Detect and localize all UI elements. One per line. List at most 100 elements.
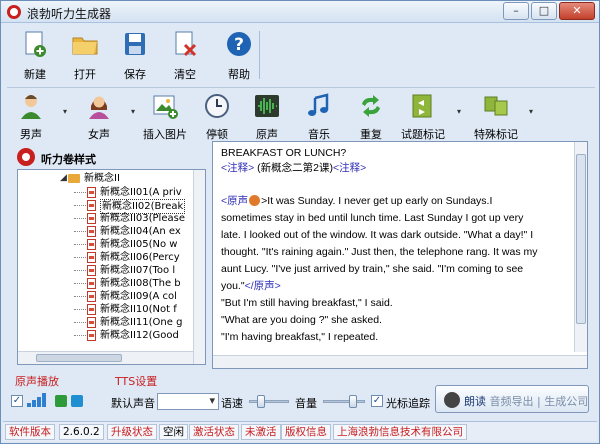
close-button[interactable]: ✕ [559, 2, 595, 20]
tree-item[interactable]: 新概念II12(Good [18, 329, 193, 342]
lesson-file-icon [87, 213, 96, 224]
waveform-icon [255, 95, 279, 117]
play-icon[interactable] [55, 395, 67, 407]
tree-connector [74, 296, 86, 297]
male-voice-button[interactable]: 男声 [11, 92, 51, 141]
maximize-button[interactable]: □ [531, 2, 557, 20]
title-bar: 浪勃听力生成器 – □ ✕ [1, 1, 599, 23]
original-first-text: >It was Sunday. I never get up early on … [261, 195, 493, 207]
tree-item[interactable]: 新概念II07(Too l [18, 264, 193, 277]
tree-connector [74, 257, 86, 258]
cursor-follow-label: 光标追踪 [386, 397, 430, 410]
tree-connector [74, 270, 86, 271]
original-play-checkbox[interactable]: ✓ [11, 395, 23, 407]
rate-slider-track[interactable] [249, 400, 289, 403]
volume-slider-track[interactable] [323, 400, 365, 403]
special-mark-dropdown[interactable]: ▾ [529, 108, 537, 116]
cursor-follow-checkbox[interactable]: ✓ [371, 395, 383, 407]
clear-doc-icon [175, 31, 197, 57]
special-mark-icon [484, 96, 508, 116]
open-button[interactable]: 打开 [61, 29, 109, 81]
stop-icon[interactable] [71, 395, 83, 407]
rate-slider-thumb[interactable] [257, 395, 265, 408]
repeat-label: 重复 [360, 128, 382, 141]
editor-original-line: <原声 >It was Sunday. I never get up early … [221, 194, 492, 209]
version-label: 软件版本 [5, 424, 55, 440]
tree-item-label: 新概念II03(Please [100, 213, 185, 224]
tree-scroll-thumb[interactable] [36, 354, 122, 362]
music-button[interactable]: 音乐 [301, 92, 337, 141]
clear-button[interactable]: 清空 [161, 29, 209, 81]
tree-item[interactable]: 新概念II03(Please [18, 212, 193, 225]
special-mark-button[interactable]: 特殊标记 [471, 92, 521, 141]
tree-item[interactable]: 新概念II10(Not f [18, 303, 193, 316]
tts-settings-label: TTS设置 [115, 375, 158, 388]
female-voice-button[interactable]: 女声 [79, 92, 119, 141]
folder-icon [72, 37, 98, 55]
editor-vertical-scrollbar[interactable] [574, 142, 587, 352]
speaker-icon[interactable] [249, 195, 261, 206]
new-label: 新建 [24, 68, 46, 81]
default-voice-select[interactable] [157, 393, 219, 410]
question-mark-icon [412, 94, 432, 118]
tree-expand-icon[interactable]: ◢ [60, 172, 67, 185]
editor-horizontal-scrollbar[interactable] [213, 355, 587, 368]
original-sound-button[interactable]: 原声 [249, 92, 285, 141]
note-text: (新概念二第2课) [254, 162, 334, 174]
volume-slider-thumb[interactable] [349, 395, 357, 408]
lesson-file-icon [87, 200, 96, 211]
tree-item[interactable]: 新概念II04(An ex [18, 225, 193, 238]
main-toolbar: 新建 打开 保存 清空 ? 帮助 [7, 25, 595, 85]
speaker-icon [444, 392, 460, 408]
original-open-tag: <原声 [221, 195, 249, 207]
tree-item[interactable]: 新概念II06(Percy [18, 251, 193, 264]
tree-item[interactable]: 新概念II01(A priv [18, 186, 193, 199]
script-editor[interactable]: BREAKFAST OR LUNCH? <注释> (新概念二第2课)<注释> <… [212, 141, 588, 369]
tree-horizontal-scrollbar[interactable] [18, 351, 193, 364]
style-panel-title: 听力卷样式 [41, 153, 96, 166]
read-aloud-button[interactable]: 朗读 音频导出 | 生成公司 [435, 385, 589, 413]
tree-connector [74, 322, 86, 323]
question-mark-button[interactable]: 试题标记 [399, 92, 447, 141]
lesson-file-icon [87, 239, 96, 250]
insert-image-button[interactable]: 插入图片 [141, 92, 189, 141]
tree-root[interactable]: ◢ 新概念II [18, 172, 193, 185]
original-close-tag-end: > [274, 280, 281, 292]
new-button[interactable]: 新建 [11, 29, 59, 81]
editor-body-line: sometimes stay in bed until lunch time. … [221, 212, 524, 224]
new-doc-icon [25, 31, 46, 57]
style-panel: 听力卷样式 ◢ 新概念II 新概念II01(A priv 新概念II02(Brea… [13, 145, 206, 367]
male-voice-dropdown[interactable]: ▾ [63, 108, 71, 116]
tree-item[interactable]: 新概念II11(One g [18, 316, 193, 329]
original-play-label: 原声播放 [15, 375, 59, 388]
female-voice-dropdown[interactable]: ▾ [131, 108, 139, 116]
save-button[interactable]: 保存 [111, 29, 159, 81]
repeat-button[interactable]: 重复 [353, 92, 389, 141]
note-close-tag: <注释> [333, 162, 367, 174]
female-voice-icon [89, 96, 109, 119]
question-mark-dropdown[interactable]: ▾ [457, 108, 465, 116]
tree-item-label: 新概念II04(An ex [100, 226, 181, 237]
tree-item[interactable]: 新概念II05(No w [18, 238, 193, 251]
style-tree[interactable]: ◢ 新概念II 新概念II01(A priv 新概念II02(Break 新概念II… [17, 169, 206, 365]
lesson-file-icon [87, 291, 96, 302]
tree-item[interactable]: 新概念II02(Break [18, 199, 193, 214]
editor-note-line: <注释> (新概念二第2课)<注释> [221, 161, 366, 176]
rate-label: 语速 [221, 397, 243, 410]
help-button[interactable]: ? 帮助 [215, 29, 263, 81]
editor-tail-line: "I'm having breakfast," I repeated. [221, 331, 379, 343]
tree-item-label: 新概念II06(Percy [100, 252, 180, 263]
minimize-button[interactable]: – [503, 2, 529, 20]
pause-button[interactable]: 停顿 [199, 92, 235, 141]
clock-icon [205, 94, 229, 118]
help-label: 帮助 [228, 68, 250, 81]
tree-item[interactable]: 新概念II08(The b [18, 277, 193, 290]
tree-connector [74, 231, 86, 232]
style-panel-header: 听力卷样式 [13, 145, 206, 169]
repeat-icon [362, 95, 380, 117]
tree-vertical-scrollbar[interactable] [193, 170, 205, 364]
editor-scroll-thumb[interactable] [576, 154, 586, 324]
tree-item[interactable]: 新概念II09(A col [18, 290, 193, 303]
female-voice-label: 女声 [88, 128, 110, 141]
original-last-text: you." [221, 280, 245, 292]
